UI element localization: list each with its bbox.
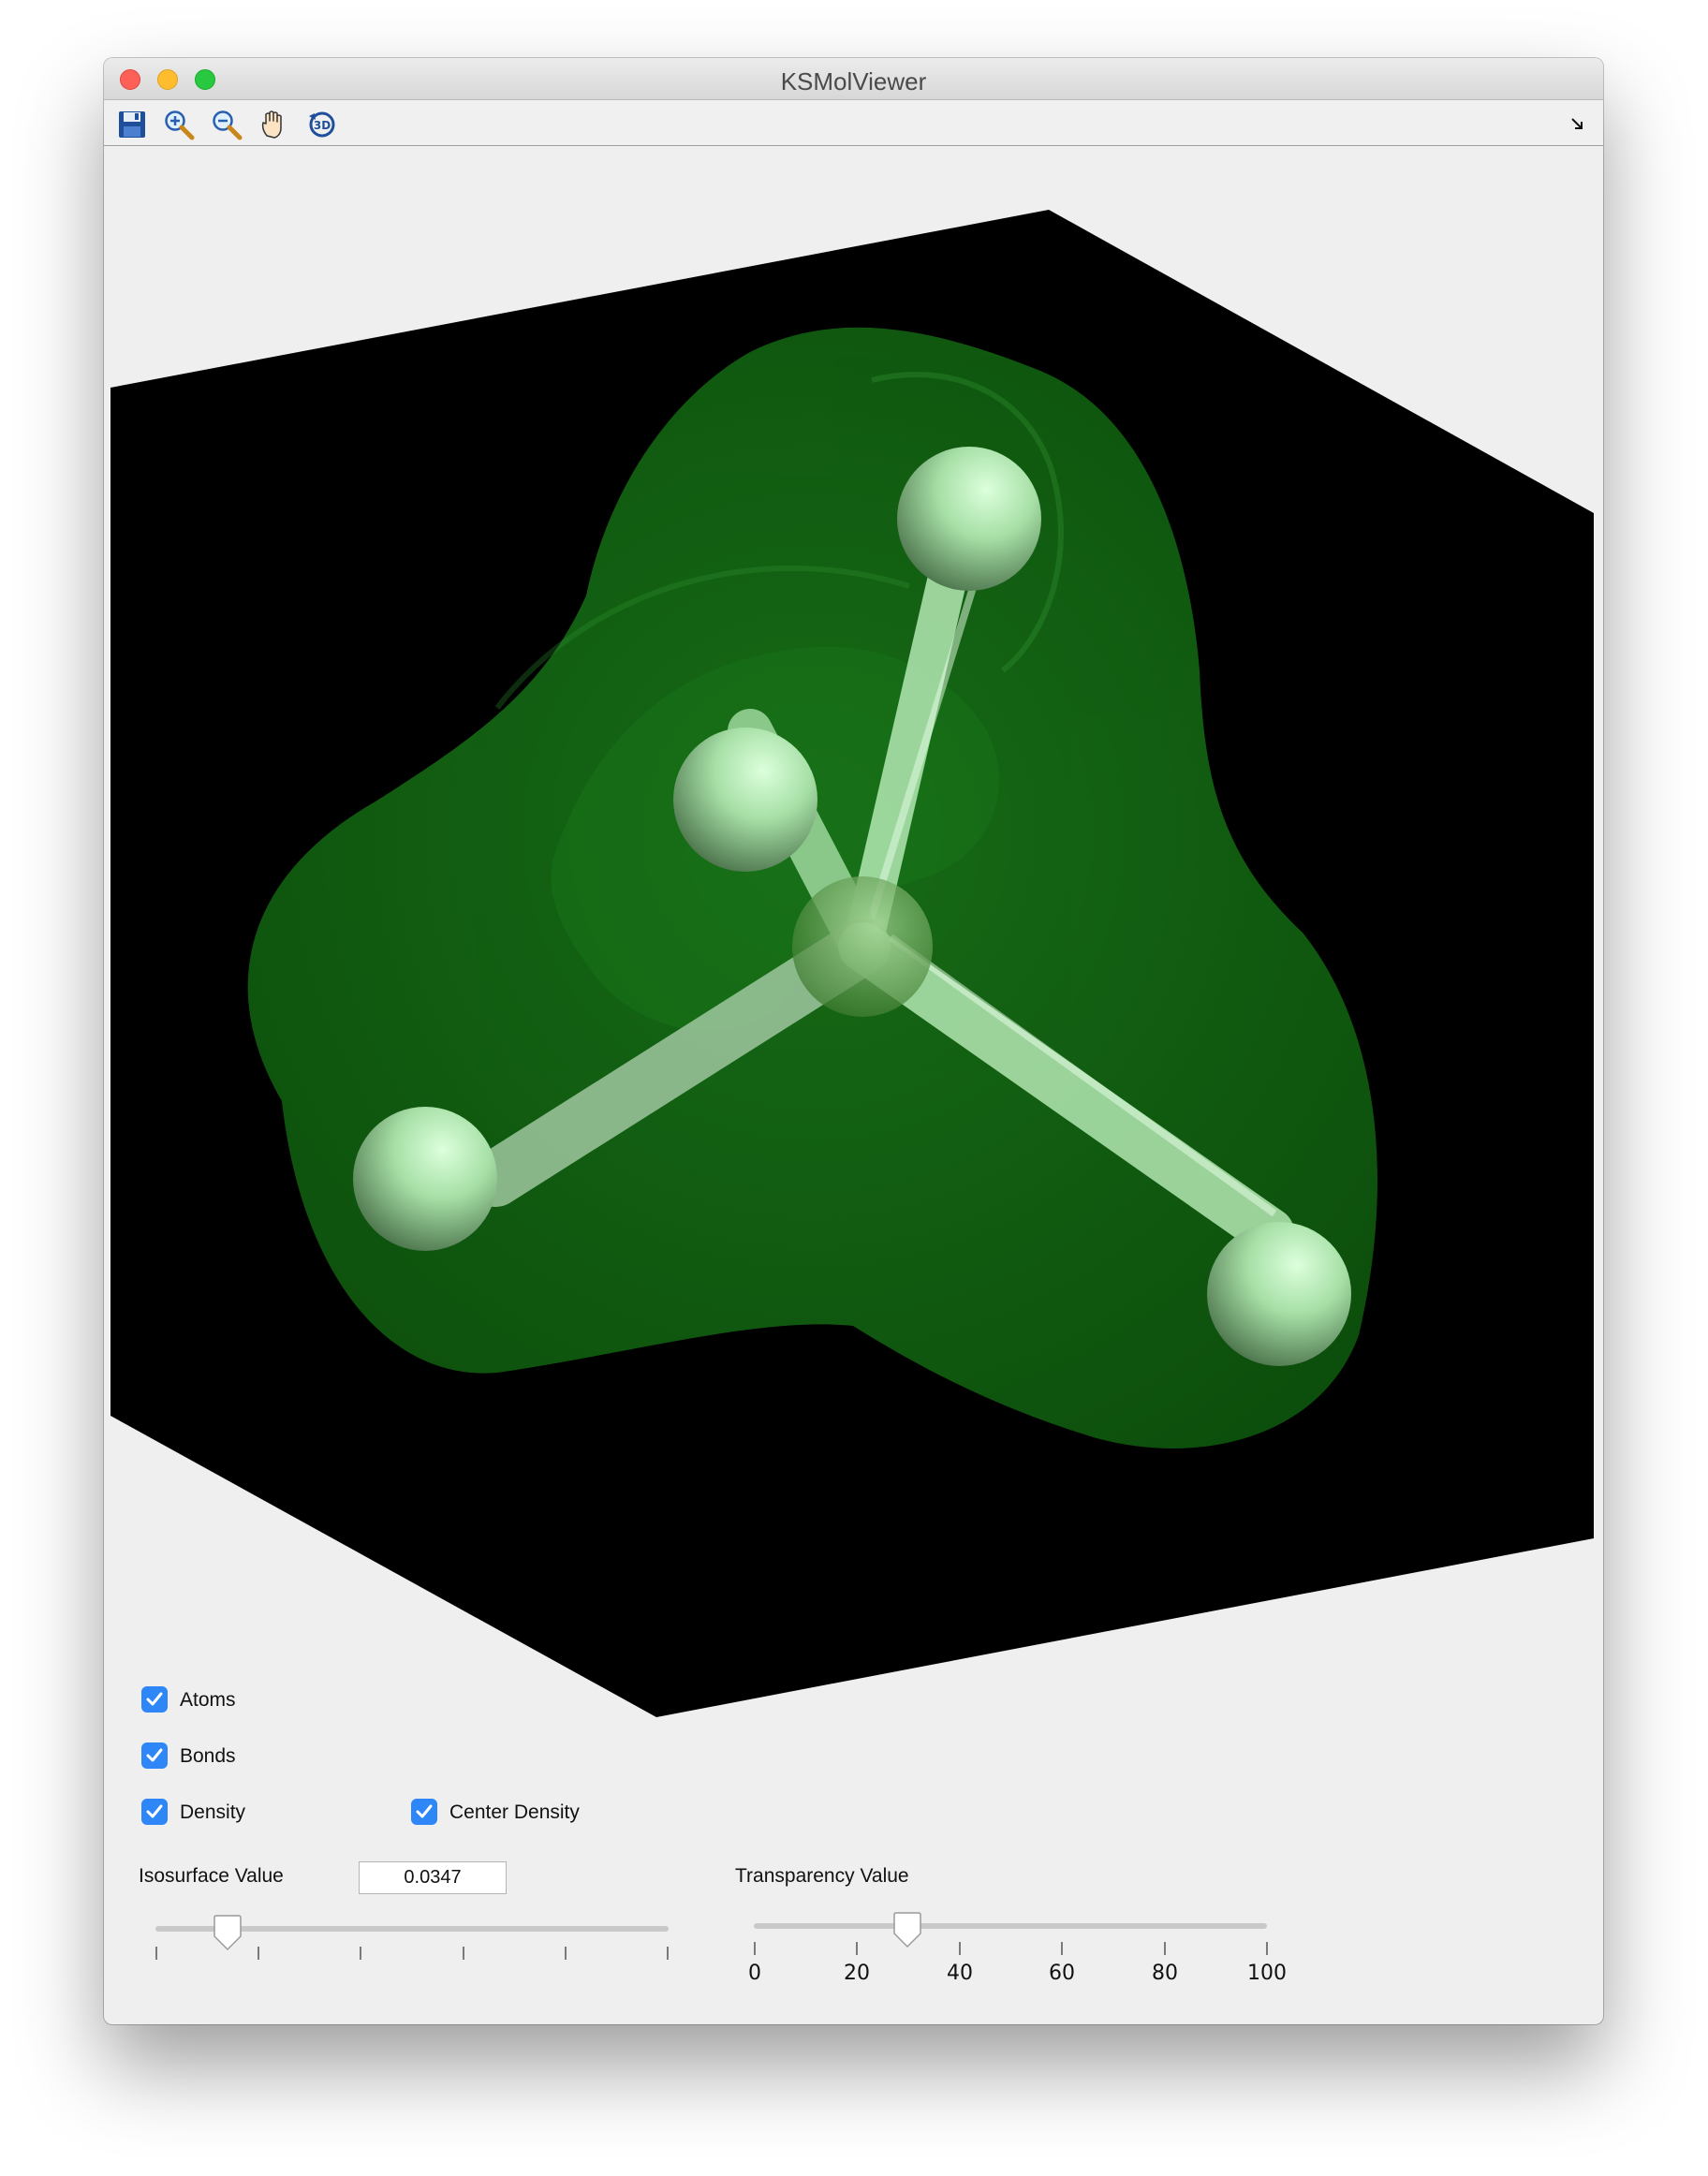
transparency-slider-thumb[interactable] xyxy=(891,1911,923,1948)
bonds-checkbox[interactable] xyxy=(141,1742,168,1769)
bonds-label: Bonds xyxy=(180,1745,236,1767)
app-window: KSMolViewer 3D Atoms Bonds Density Cente… xyxy=(104,58,1603,2024)
density-label: Density xyxy=(180,1801,246,1823)
hydrogen-atom-back xyxy=(673,728,817,872)
isosurface-tick xyxy=(565,1947,567,1960)
center-density-checkbox[interactable] xyxy=(411,1799,437,1825)
toolbar: 3D xyxy=(104,100,1603,146)
rotate-3d-icon[interactable]: 3D xyxy=(305,108,339,141)
isosurface-tick xyxy=(155,1947,157,1960)
atoms-checkbox[interactable] xyxy=(141,1686,168,1713)
transparency-slider-track[interactable] xyxy=(754,1923,1267,1929)
transparency-label: Transparency Value xyxy=(735,1865,909,1887)
save-icon[interactable] xyxy=(115,108,149,141)
transparency-tick-label: 0 xyxy=(748,1962,761,1985)
title-bar: KSMolViewer xyxy=(104,58,1603,100)
transparency-tick-label: 20 xyxy=(844,1962,870,1985)
transparency-tick xyxy=(959,1942,961,1955)
transparency-tick xyxy=(1266,1942,1268,1955)
isosurface-tick xyxy=(667,1947,669,1960)
zoom-in-icon[interactable] xyxy=(162,108,196,141)
dock-arrow-icon[interactable] xyxy=(1569,115,1588,134)
isosurface-tick xyxy=(258,1947,259,1960)
isosurface-tick xyxy=(360,1947,361,1960)
window-title: KSMolViewer xyxy=(780,67,927,96)
transparency-tick-label: 80 xyxy=(1152,1962,1178,1985)
molecule-viewport[interactable] xyxy=(104,146,1603,1719)
transparency-tick-label: 60 xyxy=(1049,1962,1075,1985)
transparency-tick xyxy=(1061,1942,1063,1955)
transparency-tick-label: 100 xyxy=(1247,1962,1287,1985)
hydrogen-atom-right xyxy=(1207,1222,1351,1366)
hydrogen-atom-top xyxy=(897,447,1041,591)
center-density-label: Center Density xyxy=(449,1801,580,1823)
isosurface-slider-thumb[interactable] xyxy=(212,1914,243,1951)
isosurface-label: Isosurface Value xyxy=(139,1865,284,1887)
svg-text:3D: 3D xyxy=(314,119,331,132)
transparency-tick-label: 40 xyxy=(947,1962,973,1985)
density-checkbox[interactable] xyxy=(141,1799,168,1825)
pan-hand-icon[interactable] xyxy=(258,108,291,141)
isosurface-value-field[interactable] xyxy=(359,1861,507,1894)
transparency-tick xyxy=(856,1942,858,1955)
atoms-label: Atoms xyxy=(180,1689,236,1711)
transparency-tick xyxy=(754,1942,756,1955)
hydrogen-atom-left xyxy=(353,1107,497,1251)
zoom-out-icon[interactable] xyxy=(210,108,243,141)
isosurface-tick xyxy=(463,1947,464,1960)
transparency-tick xyxy=(1164,1942,1166,1955)
carbon-atom xyxy=(792,876,933,1017)
